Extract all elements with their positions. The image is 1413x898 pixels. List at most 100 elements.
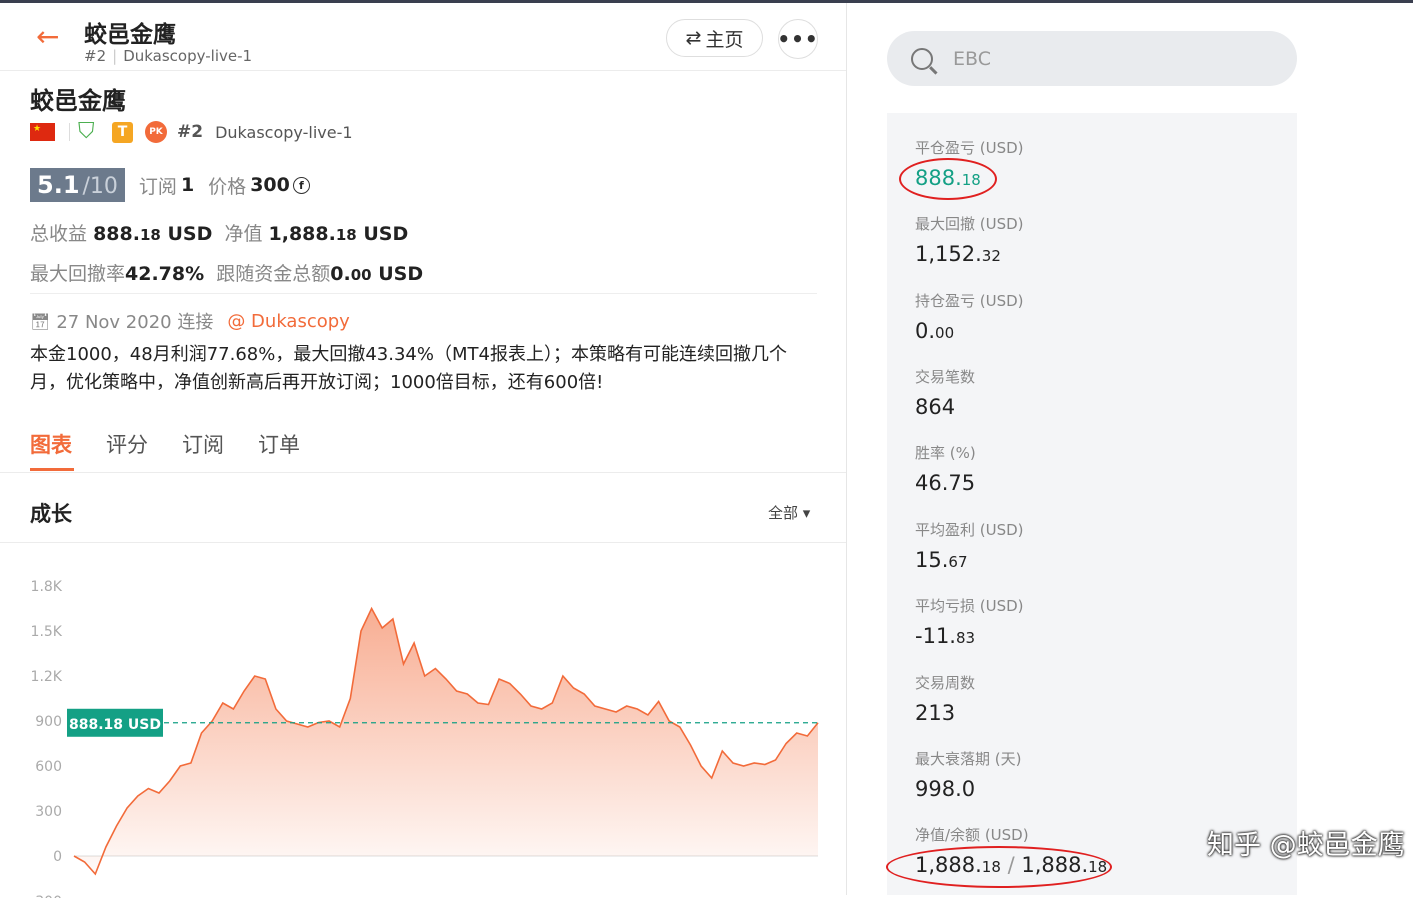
home-button[interactable]: ⇄ 主页 — [666, 19, 763, 57]
search-box[interactable]: EBC — [887, 31, 1297, 86]
search-icon — [911, 47, 933, 70]
tab-orders[interactable]: 订单 — [258, 429, 300, 459]
divider — [69, 123, 70, 141]
y-tick-label: 300 — [35, 804, 62, 820]
price-value: 300 — [250, 174, 290, 196]
y-tick-label: 600 — [35, 759, 62, 775]
zhihu-watermark: 知乎 @蛟邑金鹰 — [1207, 830, 1405, 861]
y-tick-label: 1.8K — [31, 579, 63, 595]
stat-label: 净值/余额 (USD) — [915, 826, 1029, 844]
more-options-button[interactable]: ••• — [777, 19, 819, 59]
score-row: 5.1 /10 订阅 1 价格 300 f — [30, 168, 310, 202]
price-label: 价格 — [208, 175, 247, 198]
stat-value: 46.75 — [915, 471, 976, 495]
coin-icon: f — [292, 176, 310, 194]
y-tick-label: 1.5K — [31, 624, 63, 640]
score-value: 5.1 — [37, 171, 80, 199]
stat-value: 0.00 — [915, 319, 955, 343]
stat-win-rate: 胜率 (%) 46.75 — [915, 442, 976, 495]
y-tick-label: 0 — [53, 849, 62, 865]
strategy-title: 蛟邑金鹰 — [30, 87, 126, 115]
max-drawdown-rate-label: 最大回撤率 — [30, 263, 126, 285]
strategy-description: 本金1000，48月利润77.68%，最大回撤43.34%（MT4报表上）；本策… — [30, 344, 787, 393]
swap-icon: ⇄ — [685, 27, 702, 49]
stat-max-drawdown: 最大回撤 (USD) 1,152.32 — [915, 213, 1024, 266]
series-area — [74, 608, 818, 874]
follow-total-label: 跟随资金总额 — [216, 263, 331, 285]
strategy-rank: #2 — [177, 122, 204, 142]
profit-row: 总收益 888.18 USD 净值 1,888.18 USD — [30, 219, 408, 246]
tab-chart[interactable]: 图表 — [30, 429, 72, 459]
y-tick-label: 900 — [35, 714, 62, 730]
growth-chart: 1.8K1.5K1.2K9006003000-300888.18 USD — [30, 579, 819, 898]
stat-value: 998.0 — [915, 777, 976, 801]
equity-value: 1,888.18 USD — [268, 223, 409, 245]
annotation-ellipse — [899, 158, 997, 200]
stats-list: 平仓盈亏 (USD) 888.18 最大回撤 (USD) 1,152.32 持仓… — [887, 113, 1297, 895]
chart-divider — [0, 542, 846, 543]
stat-label: 持仓盈亏 (USD) — [915, 292, 1024, 310]
follow-total-value: 0.00 USD — [330, 263, 424, 285]
chart-section-title: 成长 — [30, 502, 72, 526]
caret-down-icon: ▾ — [802, 504, 811, 522]
header-rank: #2 — [84, 47, 107, 65]
stats-panel: EBC 平仓盈亏 (USD) 888.18 最大回撤 (USD) 1,152.3… — [848, 3, 1413, 895]
stat-label: 平仓盈亏 (USD) — [915, 139, 1024, 157]
stat-label: 最大回撤 (USD) — [915, 215, 1024, 233]
max-drawdown-rate-value: 42.78% — [125, 263, 205, 285]
tab-bar: 图表 评分 订阅 订单 — [30, 429, 334, 459]
total-profit-value: 888.18 USD — [93, 223, 213, 245]
stat-label: 交易笔数 — [915, 368, 976, 386]
stat-label: 最大衰落期 (天) — [915, 750, 1022, 768]
page-header: ← 蛟邑金鹰 #2 | Dukascopy-live-1 ⇄ 主页 ••• — [0, 3, 846, 71]
tab-divider — [0, 472, 846, 473]
stat-label: 胜率 (%) — [915, 444, 976, 462]
drawdown-row: 最大回撤率42.78% 跟随资金总额0.00 USD — [30, 259, 423, 286]
total-profit-label: 总收益 — [30, 223, 88, 245]
strategy-panel: ← 蛟邑金鹰 #2 | Dukascopy-live-1 ⇄ 主页 ••• 蛟邑金鹰… — [0, 3, 847, 898]
stat-value: -11.83 — [915, 624, 976, 648]
t-badge-icon: T — [112, 121, 133, 143]
badge-row: ★ ⛉ T PK #2 Dukascopy-live-1 — [30, 119, 353, 145]
subscribe-count: 1 — [180, 174, 195, 196]
equity-label: 净值 — [224, 223, 263, 245]
y-tick-label: 1.2K — [31, 669, 63, 685]
stat-value: 213 — [915, 701, 956, 725]
back-arrow-icon[interactable]: ← — [36, 23, 59, 51]
stat-trade-count: 交易笔数 864 — [915, 366, 975, 419]
stat-value: 1,152.32 — [915, 242, 1001, 266]
stat-max-decline-period: 最大衰落期 (天) 998.0 — [915, 748, 1021, 801]
ellipsis-icon: ••• — [777, 27, 819, 51]
tab-subscribe[interactable]: 订阅 — [182, 429, 224, 459]
verified-shield-icon: ⛉ — [78, 119, 95, 144]
stat-label: 平均盈利 (USD) — [915, 521, 1024, 539]
header-subtitle: #2 | Dukascopy-live-1 — [84, 47, 253, 65]
stat-label: 平均亏损 (USD) — [915, 597, 1024, 615]
stat-value: 15.67 — [915, 548, 968, 572]
broker-link[interactable]: @ Dukascopy — [227, 311, 350, 332]
current-value-label: 888.18 USD — [69, 717, 161, 733]
connect-date: 27 Nov 2020 连接 — [56, 312, 214, 333]
tab-rating[interactable]: 评分 — [106, 429, 148, 459]
stat-open-pnl: 持仓盈亏 (USD) 0.00 — [915, 290, 1024, 343]
stat-trade-weeks: 交易周数 213 — [915, 672, 975, 725]
strategy-server: Dukascopy-live-1 — [215, 122, 353, 142]
pk-fire-icon: PK — [145, 121, 167, 143]
stat-label: 交易周数 — [915, 674, 976, 692]
stat-avg-loss: 平均亏损 (USD) -11.83 — [915, 595, 1024, 648]
connection-meta: 📅︎ 27 Nov 2020 连接 @ Dukascopy — [30, 308, 350, 334]
score-max: /10 — [82, 174, 118, 199]
active-tab-indicator — [30, 468, 74, 471]
range-select[interactable]: 全部 ▾ — [768, 502, 810, 523]
header-title: 蛟邑金鹰 — [84, 22, 176, 48]
search-placeholder: EBC — [953, 47, 991, 70]
china-flag-icon: ★ — [30, 123, 55, 141]
section-divider — [30, 293, 817, 294]
home-button-label: 主页 — [705, 28, 744, 51]
score-badge: 5.1 /10 — [30, 168, 125, 202]
range-select-label: 全部 — [768, 504, 799, 522]
header-server: Dukascopy-live-1 — [123, 47, 253, 65]
stat-avg-profit: 平均盈利 (USD) 15.67 — [915, 519, 1024, 572]
subscribe-label: 订阅 — [138, 175, 177, 198]
calendar-icon: 📅︎ — [30, 311, 51, 331]
